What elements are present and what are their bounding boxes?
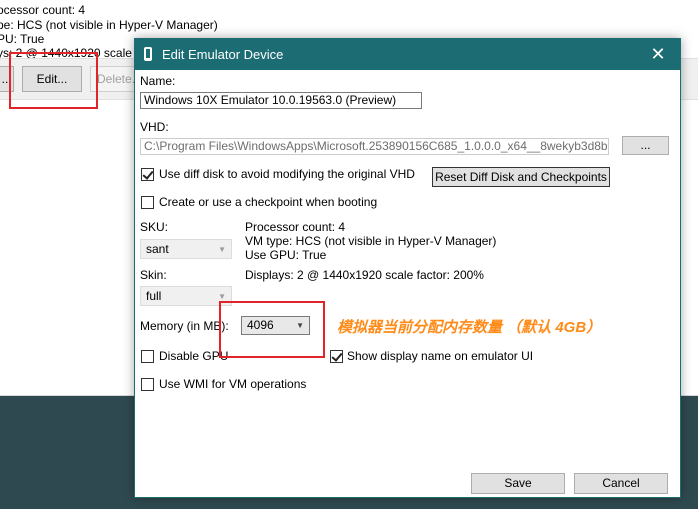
disable-gpu-checkbox[interactable] (141, 350, 154, 363)
skin-label: Skin: (140, 268, 167, 282)
diff-disk-checkbox[interactable] (141, 168, 154, 181)
show-name-checkbox[interactable] (330, 350, 343, 363)
sku-value: sant (146, 242, 169, 256)
memory-label: Memory (in MB): (140, 319, 229, 333)
bg-processor-text: ocessor count: 4 (0, 3, 86, 17)
vhd-path-input[interactable]: C:\Program Files\WindowsApps\Microsoft.2… (140, 138, 609, 155)
cancel-button[interactable]: Cancel (574, 473, 668, 494)
sku-dropdown[interactable]: sant ▼ (140, 239, 232, 259)
sku-label: SKU: (140, 220, 169, 234)
dialog-titlebar[interactable]: Edit Emulator Device ✕ (135, 39, 680, 70)
wmi-checkbox[interactable] (141, 378, 154, 391)
bg-vmtype-text: pe: HCS (not visible in Hyper-V Manager) (0, 18, 218, 32)
checkpoint-checkbox[interactable] (141, 196, 154, 209)
skin-dropdown[interactable]: full ▼ (140, 286, 232, 306)
memory-value: 4096 (247, 318, 274, 332)
skin-value: full (146, 289, 162, 303)
save-button[interactable]: Save (471, 473, 565, 494)
phone-icon (144, 47, 152, 61)
chevron-down-icon: ▼ (218, 292, 226, 301)
close-icon[interactable]: ✕ (644, 43, 672, 65)
displays-text: Displays: 2 @ 1440x1920 scale factor: 20… (245, 268, 484, 282)
edit-emulator-dialog: Edit Emulator Device ✕ Name: Windows 10X… (134, 38, 681, 498)
bg-gpu-text: PU: True (0, 32, 45, 46)
disable-gpu-label: Disable GPU (159, 349, 229, 363)
reset-diff-disk-button[interactable]: Reset Diff Disk and Checkpoints (432, 167, 610, 187)
vm-type-text: VM type: HCS (not visible in Hyper-V Man… (245, 234, 497, 248)
chevron-down-icon: ▼ (296, 321, 304, 330)
vhd-label: VHD: (140, 120, 169, 134)
use-gpu-text: Use GPU: True (245, 248, 327, 262)
browse-vhd-button[interactable]: ... (622, 136, 669, 155)
dialog-title: Edit Emulator Device (162, 47, 284, 62)
wmi-label: Use WMI for VM operations (159, 377, 307, 391)
name-label: Name: (140, 74, 176, 88)
name-input[interactable]: Windows 10X Emulator 10.0.19563.0 (Previ… (140, 92, 422, 109)
memory-dropdown[interactable]: 4096 ▼ (241, 316, 310, 335)
memory-annotation: 模拟器当前分配内存数量 （默认 4GB） (337, 319, 602, 336)
processor-count-text: Processor count: 4 (245, 220, 346, 234)
show-name-label: Show display name on emulator UI (347, 349, 534, 363)
bg-edit-button[interactable]: Edit... (22, 66, 82, 92)
diff-disk-label: Use diff disk to avoid modifying the ori… (159, 167, 415, 181)
bg-partial-button[interactable]: .. (0, 66, 14, 92)
checkpoint-label: Create or use a checkpoint when booting (159, 195, 378, 209)
chevron-down-icon: ▼ (218, 245, 226, 254)
